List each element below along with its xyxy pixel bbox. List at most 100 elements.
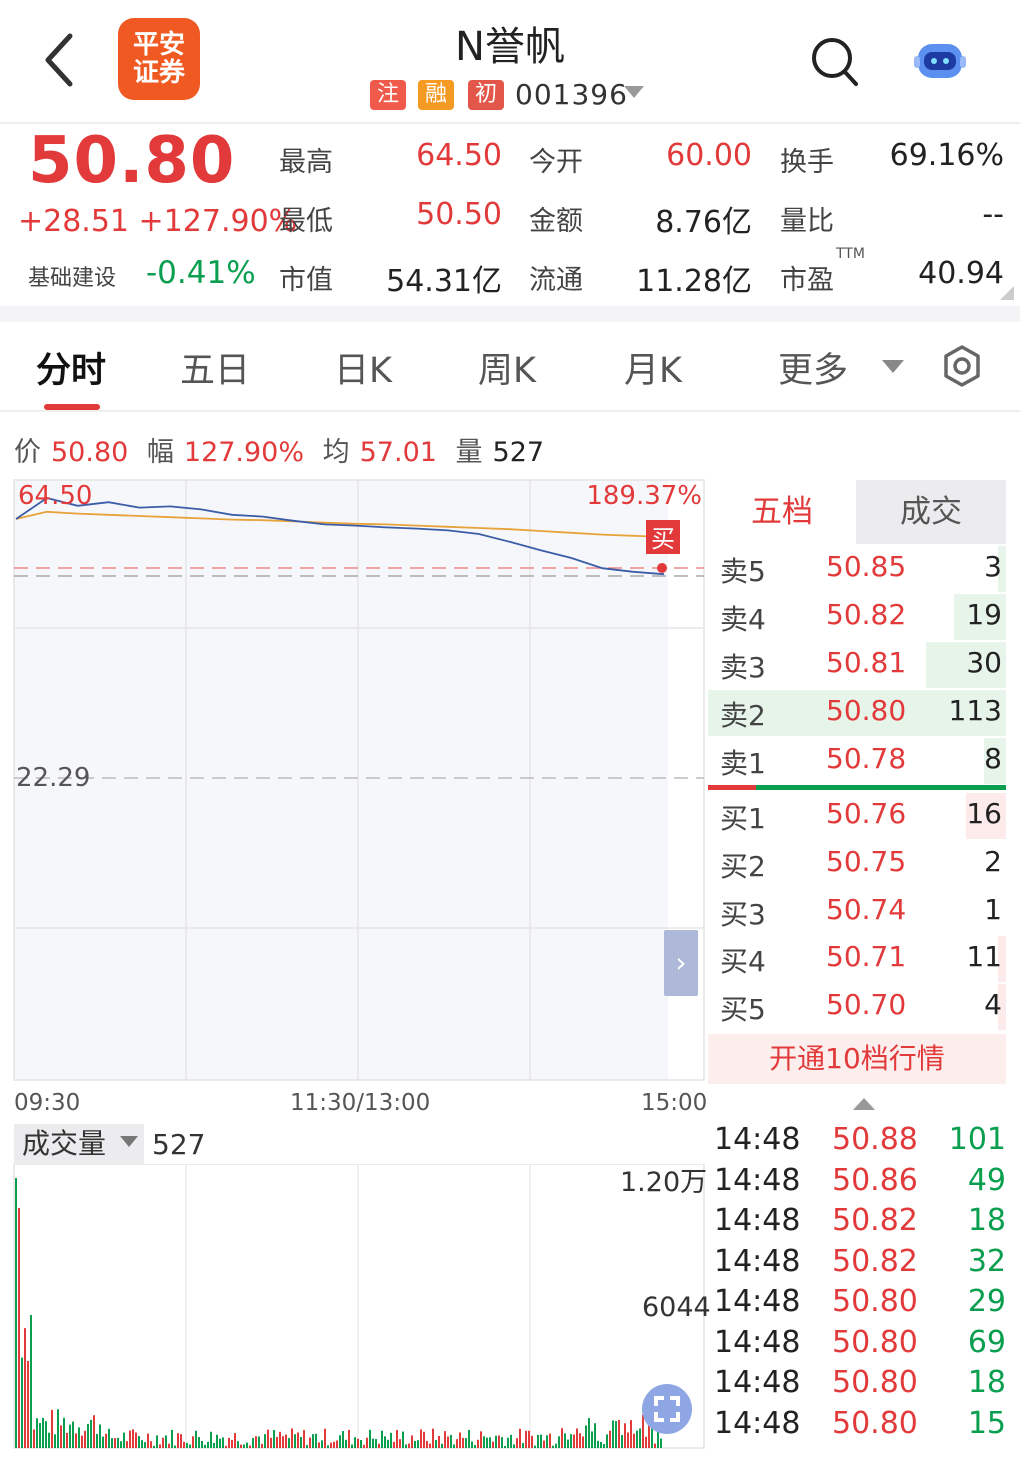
info-vol: 527 [492, 437, 545, 468]
volume-bar [48, 1432, 50, 1448]
bid-row[interactable]: 买4 50.71 11 [708, 936, 1006, 982]
volume-bar [636, 1430, 638, 1448]
volume-bar [351, 1444, 353, 1448]
bid-label: 买3 [720, 898, 766, 931]
ask-row[interactable]: 卖5 50.85 3 [708, 546, 1006, 592]
volume-bar [66, 1432, 68, 1448]
volume-bar [483, 1436, 485, 1448]
sector-change: -0.41% [146, 255, 256, 291]
trade-volume: 69 [967, 1324, 1006, 1360]
tab-trades[interactable]: 成交 [856, 480, 1006, 544]
float-value: 11.28亿 [636, 264, 752, 299]
caret-down-icon[interactable] [120, 1136, 138, 1147]
divider [0, 410, 1020, 412]
volume-bar [369, 1429, 371, 1448]
volume-bar [423, 1431, 425, 1448]
robot-assistant-icon[interactable] [912, 36, 968, 88]
ask-price: 50.81 [826, 646, 907, 679]
volume-axis-mid: 6044 [642, 1292, 711, 1323]
ask-volume: 113 [948, 694, 1002, 727]
high-value: 64.50 [416, 138, 502, 173]
volume-bar [363, 1444, 365, 1448]
trade-row: 14:48 50.82 18 [712, 1203, 1010, 1243]
volume-bar [108, 1428, 110, 1448]
volume-bar [405, 1444, 407, 1448]
trade-price: 50.82 [832, 1203, 918, 1238]
expand-corner-icon[interactable] [1000, 286, 1014, 300]
volume-bar [36, 1418, 38, 1448]
volume-bar [105, 1433, 107, 1448]
volume-bar [582, 1436, 584, 1448]
tab-intraday[interactable]: 分时 [36, 342, 106, 393]
volume-bar [567, 1439, 569, 1448]
volume-bar [165, 1435, 167, 1448]
volume-bar [348, 1429, 350, 1448]
caret-down-icon[interactable] [882, 360, 904, 373]
volume-bar [264, 1434, 266, 1448]
bid-row[interactable]: 买2 50.75 2 [708, 841, 1006, 887]
ask-row-current[interactable]: 卖2 50.80 113 [708, 690, 1006, 736]
bid-volume: 16 [966, 797, 1002, 830]
tab-daily-k[interactable]: 日K [334, 342, 392, 393]
bid-row[interactable]: 买1 50.76 16 [708, 793, 1006, 839]
search-icon[interactable] [810, 36, 860, 92]
open-level2-button[interactable]: 开通10档行情 [708, 1034, 1006, 1084]
volume-bar [372, 1438, 374, 1448]
volume-bar [615, 1421, 617, 1448]
volume-bar [303, 1430, 305, 1448]
volume-bar [228, 1437, 230, 1448]
volume-bar [180, 1434, 182, 1448]
intraday-chart[interactable]: 买 64.50 189.37% 22.29 [0, 478, 706, 1084]
volume-bar [210, 1431, 212, 1448]
current-price-dot [657, 563, 667, 573]
bid-volume: 2 [984, 845, 1002, 878]
volume-bar [564, 1433, 566, 1448]
amount-label: 金额 [529, 206, 583, 237]
ask-price: 50.78 [826, 742, 907, 775]
tag-initial: 初 [468, 80, 504, 110]
logo-line1: 平安 [132, 30, 185, 60]
trade-row: 14:48 50.82 32 [712, 1244, 1010, 1284]
volume-bar [81, 1435, 83, 1448]
volume-bar [252, 1438, 254, 1448]
ask-row[interactable]: 卖4 50.82 19 [708, 594, 1006, 640]
chevron-left-icon[interactable] [40, 32, 80, 88]
tab-five-day[interactable]: 五日 [180, 342, 250, 393]
fullscreen-button[interactable] [642, 1384, 692, 1434]
volume-bar [57, 1409, 59, 1448]
open-label: 今开 [529, 147, 583, 178]
bid-row[interactable]: 买3 50.74 1 [708, 889, 1006, 935]
volume-bar [201, 1440, 203, 1448]
trade-row: 14:48 50.88 101 [712, 1122, 1010, 1162]
volume-bar [150, 1441, 152, 1448]
volume-bar [72, 1421, 74, 1448]
volume-bar [525, 1430, 527, 1448]
low-label: 最低 [279, 206, 333, 237]
tab-five-levels[interactable]: 五档 [708, 480, 856, 544]
ask-row[interactable]: 卖1 50.78 8 [708, 738, 1006, 784]
volume-bar [75, 1433, 77, 1448]
volume-bar [204, 1444, 206, 1448]
tab-more[interactable]: 更多 [778, 342, 848, 393]
volume-bar [384, 1436, 386, 1448]
volume-bar [495, 1435, 497, 1448]
caret-down-icon[interactable] [624, 86, 644, 98]
gear-icon[interactable] [940, 344, 984, 392]
volume-bar [285, 1434, 287, 1448]
chevron-right-icon[interactable]: › [664, 930, 698, 996]
trade-time: 14:48 [714, 1122, 801, 1157]
volume-axis-max: 1.20万 [620, 1167, 708, 1198]
turnover-value: 69.16% [889, 138, 1004, 173]
tab-monthly-k[interactable]: 月K [624, 342, 682, 393]
trade-price: 50.80 [832, 1405, 918, 1441]
volume-bar [633, 1433, 635, 1448]
stock-code[interactable]: 001396 [515, 78, 628, 111]
sector-name[interactable]: 基础建设 [28, 260, 116, 292]
ask-row[interactable]: 卖3 50.81 30 [708, 642, 1006, 688]
tab-weekly-k[interactable]: 周K [478, 342, 536, 393]
bid-row[interactable]: 买5 50.70 4 [708, 984, 1006, 1030]
caret-up-icon[interactable] [853, 1098, 875, 1110]
ask-volume: 3 [984, 550, 1002, 583]
volume-bar [576, 1428, 578, 1448]
volume-bar [111, 1438, 113, 1448]
